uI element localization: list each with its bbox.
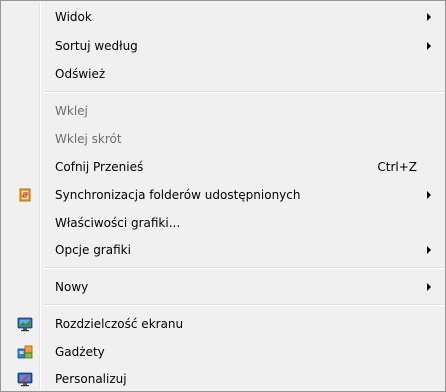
menu-item-label: Sortuj według xyxy=(55,39,138,53)
menu-item-label: Wklej xyxy=(55,104,88,118)
menu-item-label: Właściwości grafiki... xyxy=(55,216,181,230)
menu-item-label: Nowy xyxy=(55,280,89,294)
menu-item-paste-shortcut[interactable]: Wklej skrót xyxy=(3,128,443,150)
menu-item-refresh[interactable]: Odśwież xyxy=(3,63,443,85)
menu-item-undo-move[interactable]: Cofnij Przenieś Ctrl+Z xyxy=(3,156,443,178)
menu-item-label: Odśwież xyxy=(55,67,106,81)
submenu-arrow-icon xyxy=(427,246,431,254)
menu-item-sort-by[interactable]: Sortuj według xyxy=(3,35,443,57)
menu-item-label: Synchronizacja folderów udostępnionych xyxy=(55,188,301,202)
context-menu: Widok Sortuj według Odśwież Wklej Wklej … xyxy=(0,0,446,392)
gadgets-icon xyxy=(17,345,33,359)
menu-item-label: Cofnij Przenieś xyxy=(55,160,144,174)
menu-item-graphics-options[interactable]: Opcje grafiki xyxy=(3,239,443,261)
menu-item-label: Widok xyxy=(55,10,92,24)
menu-item-paste[interactable]: Wklej xyxy=(3,100,443,122)
menu-item-sync-shared-folders[interactable]: Synchronizacja folderów udostępnionych xyxy=(3,184,443,206)
submenu-arrow-icon xyxy=(427,283,431,291)
menu-item-label: Opcje grafiki xyxy=(55,243,131,257)
menu-item-label: Rozdzielczość ekranu xyxy=(55,317,184,331)
menu-separator xyxy=(43,267,443,269)
menu-item-gadgets[interactable]: Gadżety xyxy=(3,341,443,363)
menu-item-graphics-properties[interactable]: Właściwości grafiki... xyxy=(3,212,443,234)
menu-item-view[interactable]: Widok xyxy=(3,6,443,28)
submenu-arrow-icon xyxy=(427,191,431,199)
sync-icon xyxy=(19,188,31,202)
menu-separator xyxy=(43,91,443,93)
menu-item-shortcut: Ctrl+Z xyxy=(377,160,417,174)
personalize-icon xyxy=(17,372,33,387)
menu-item-new[interactable]: Nowy xyxy=(3,276,443,298)
menu-item-screen-resolution[interactable]: Rozdzielczość ekranu xyxy=(3,313,443,335)
monitor-icon xyxy=(17,317,33,332)
submenu-arrow-icon xyxy=(427,42,431,50)
menu-item-label: Personalizuj xyxy=(55,372,127,386)
menu-item-personalize[interactable]: Personalizuj xyxy=(3,368,443,390)
menu-separator xyxy=(43,304,443,306)
menu-item-label: Wklej skrót xyxy=(55,132,122,146)
submenu-arrow-icon xyxy=(427,13,431,21)
menu-item-label: Gadżety xyxy=(55,345,105,359)
